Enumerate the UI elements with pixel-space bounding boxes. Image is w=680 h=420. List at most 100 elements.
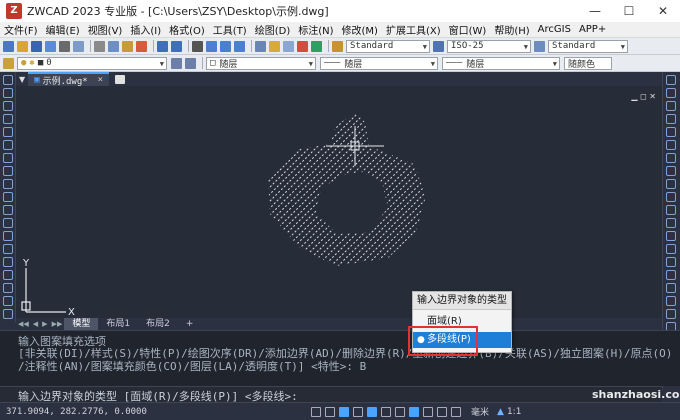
close-icon[interactable]: ✕ xyxy=(646,0,680,22)
erase-icon[interactable] xyxy=(666,75,676,85)
copy-object-icon[interactable] xyxy=(666,88,676,98)
selection-cycling-icon[interactable] xyxy=(423,406,433,417)
join-icon[interactable] xyxy=(666,231,676,241)
redo-icon[interactable] xyxy=(171,40,182,52)
save-icon[interactable] xyxy=(31,40,42,52)
menu-tools[interactable]: 工具(T) xyxy=(213,22,247,37)
command-input[interactable]: 输入边界对象的类型 [面域(R)/多段线(P)] <多段线>: xyxy=(0,386,662,403)
menu-app-plus[interactable]: APP+ xyxy=(579,24,606,35)
zoom-window-icon[interactable] xyxy=(220,40,231,52)
scale-icon[interactable] xyxy=(666,166,676,176)
pan-icon[interactable] xyxy=(192,40,203,52)
offset-icon[interactable] xyxy=(666,114,676,124)
quick-properties-icon[interactable] xyxy=(451,406,461,417)
menu-dimension[interactable]: 标注(N) xyxy=(298,22,333,37)
ortho-toggle-icon[interactable] xyxy=(339,406,349,417)
open-file-icon[interactable] xyxy=(17,40,28,52)
object-track-toggle-icon[interactable] xyxy=(381,406,391,417)
chamfer-icon[interactable] xyxy=(666,244,676,254)
construction-line-icon[interactable] xyxy=(3,88,13,98)
menu-insert[interactable]: 插入(I) xyxy=(130,22,161,37)
point-icon[interactable] xyxy=(3,244,13,254)
save-as-icon[interactable] xyxy=(45,40,56,52)
extend-icon[interactable] xyxy=(666,205,676,215)
prev-tab-icon[interactable]: ◀ xyxy=(33,320,38,328)
menu-draw[interactable]: 绘图(D) xyxy=(255,22,291,37)
tab-model[interactable]: 模型 xyxy=(64,318,99,330)
dim-style-select[interactable]: ISO-25 ▼ xyxy=(447,39,531,53)
hatch-pattern[interactable] xyxy=(16,96,662,286)
make-layer-current-icon[interactable] xyxy=(171,57,182,69)
edit-hatch-icon[interactable] xyxy=(666,283,676,293)
line-icon[interactable] xyxy=(3,75,13,85)
zoom-realtime-icon[interactable] xyxy=(206,40,217,52)
polar-toggle-icon[interactable] xyxy=(353,406,363,417)
menu-edit[interactable]: 编辑(E) xyxy=(46,22,80,37)
print-preview-icon[interactable] xyxy=(73,40,84,52)
next-tab-icon[interactable]: ▶ xyxy=(42,320,47,328)
table-style-select[interactable]: Standard ▼ xyxy=(548,39,628,53)
move-icon[interactable] xyxy=(666,140,676,150)
menu-file[interactable]: 文件(F) xyxy=(4,22,38,37)
add-layout-button[interactable]: + xyxy=(178,318,202,330)
viewport-controls[interactable]: ▁ ◻ ✕ xyxy=(631,92,656,101)
menu-format[interactable]: 格式(O) xyxy=(169,22,205,37)
calculator-icon[interactable] xyxy=(297,40,308,52)
array-icon[interactable] xyxy=(666,127,676,137)
annotation-scale[interactable]: 1:1 xyxy=(507,407,521,417)
menu-help[interactable]: 帮助(H) xyxy=(494,22,529,37)
match-properties-icon[interactable] xyxy=(136,40,147,52)
tab-layout1[interactable]: 布局1 xyxy=(98,318,138,330)
maximize-icon[interactable]: ☐ xyxy=(612,0,646,22)
lineweight-select[interactable]: ——— 随层 ▼ xyxy=(442,56,560,70)
tab-layout2[interactable]: 布局2 xyxy=(138,318,178,330)
undo-icon[interactable] xyxy=(157,40,168,52)
ellipse-icon[interactable] xyxy=(3,192,13,202)
copy-icon[interactable] xyxy=(108,40,119,52)
tool-palettes-icon[interactable] xyxy=(283,40,294,52)
zoom-previous-icon[interactable] xyxy=(234,40,245,52)
layer-select[interactable]: ● ✱ ■ 0 ▼ xyxy=(17,56,167,70)
properties-palette-icon[interactable] xyxy=(666,309,676,319)
circle-icon[interactable] xyxy=(3,153,13,163)
insert-block-icon[interactable] xyxy=(3,218,13,228)
ellipse-arc-icon[interactable] xyxy=(3,205,13,215)
transparency-toggle-icon[interactable] xyxy=(437,406,447,417)
make-block-icon[interactable] xyxy=(3,231,13,241)
hatch-icon[interactable] xyxy=(3,257,13,267)
layer-manager-icon[interactable] xyxy=(3,57,14,69)
multiline-text-icon[interactable] xyxy=(3,309,13,319)
paste-icon[interactable] xyxy=(122,40,133,52)
menu-extended-tools[interactable]: 扩展工具(X) xyxy=(386,22,441,37)
new-tab-icon[interactable] xyxy=(115,74,126,84)
break-icon[interactable] xyxy=(666,218,676,228)
rotate-icon[interactable] xyxy=(666,153,676,163)
annotation-scale-icon[interactable]: ▲ xyxy=(497,407,504,417)
mirror-icon[interactable] xyxy=(666,101,676,111)
rectangle-icon[interactable] xyxy=(3,127,13,137)
menu-arcgis[interactable]: ArcGIS xyxy=(538,24,571,35)
table-icon[interactable] xyxy=(3,296,13,306)
last-tab-icon[interactable]: ▶▶ xyxy=(52,320,63,328)
spline-icon[interactable] xyxy=(3,179,13,189)
region-icon[interactable] xyxy=(3,283,13,293)
properties-icon[interactable] xyxy=(255,40,266,52)
first-tab-icon[interactable]: ◀◀ xyxy=(18,320,29,328)
drawing-canvas[interactable]: ▁ ◻ ✕ Y X xyxy=(16,86,662,318)
color-select[interactable]: □ 随层 ▼ xyxy=(206,56,316,70)
gradient-icon[interactable] xyxy=(3,270,13,280)
text-style-select[interactable]: Standard ▼ xyxy=(346,39,430,53)
new-file-icon[interactable] xyxy=(3,40,14,52)
revision-cloud-icon[interactable] xyxy=(3,166,13,176)
units-readout[interactable]: 毫米 xyxy=(471,405,489,418)
layer-previous-icon[interactable] xyxy=(185,57,196,69)
polygon-icon[interactable] xyxy=(3,114,13,124)
design-center-icon[interactable] xyxy=(269,40,280,52)
grid-toggle-icon[interactable] xyxy=(325,406,335,417)
object-snap-toggle-icon[interactable] xyxy=(367,406,377,417)
stretch-icon[interactable] xyxy=(666,179,676,189)
trim-icon[interactable] xyxy=(666,192,676,202)
fillet-icon[interactable] xyxy=(666,257,676,267)
arc-icon[interactable] xyxy=(3,140,13,150)
edit-polyline-icon[interactable] xyxy=(666,296,676,306)
